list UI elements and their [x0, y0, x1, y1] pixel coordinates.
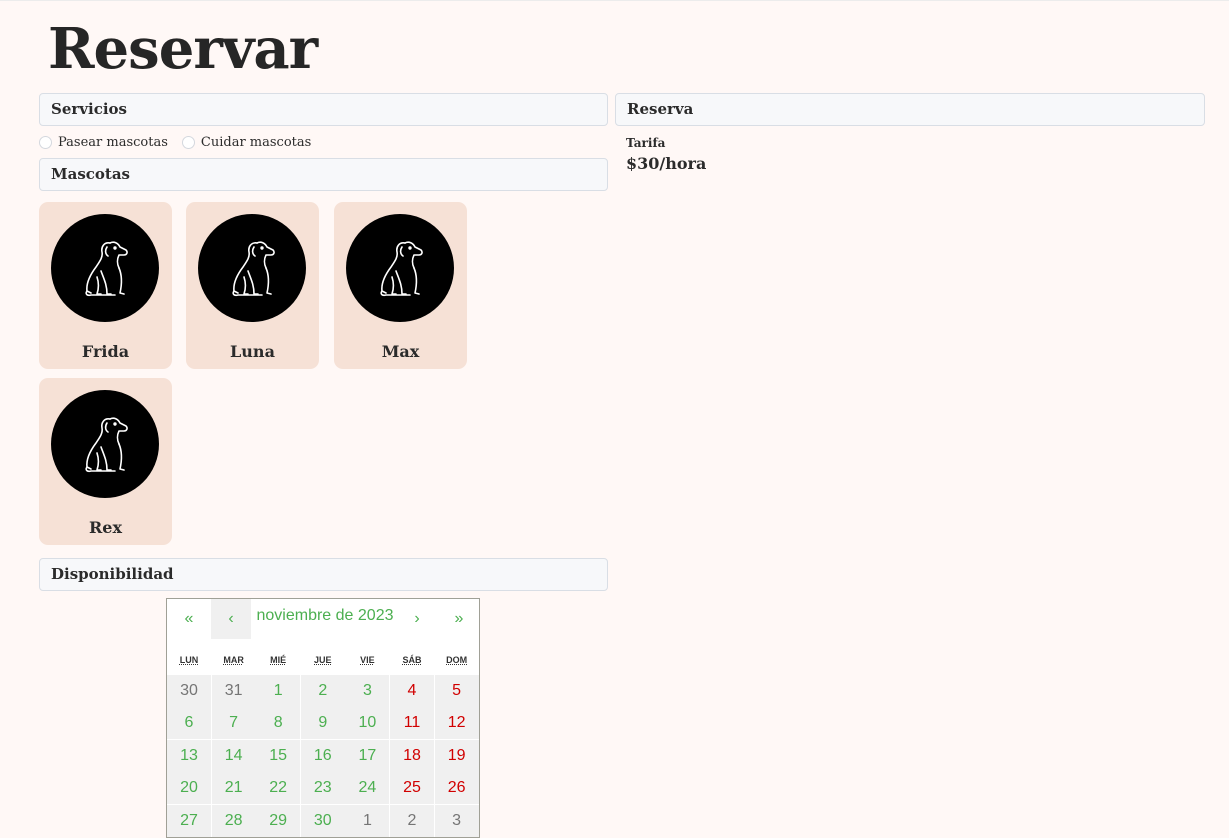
page-title: Reservar	[48, 16, 318, 82]
pet-card[interactable]: Max	[334, 202, 467, 369]
prev-year-button[interactable]: «	[167, 599, 211, 639]
calendar-day[interactable]: 26	[434, 772, 479, 805]
calendar-day[interactable]: 2	[390, 804, 434, 837]
section-header-pets: Mascotas	[39, 158, 608, 191]
radio-button-care[interactable]	[181, 135, 195, 149]
next-year-button[interactable]: »	[439, 599, 479, 639]
calendar-day[interactable]: 3	[434, 804, 479, 837]
radio-button-walk[interactable]	[39, 135, 52, 149]
dog-icon	[77, 413, 133, 475]
service-option-walk-label: Pasear mascotas	[58, 134, 168, 150]
service-option-walk[interactable]: Pasear mascotas	[39, 135, 168, 150]
pet-avatar	[51, 390, 159, 498]
section-header-services: Servicios	[39, 93, 608, 126]
service-options: Pasear mascotas Cuidar mascotas	[39, 133, 325, 151]
calendar-navigation: « ‹ noviembre de 2023 › »	[167, 599, 479, 639]
calendar-month-label[interactable]: noviembre de 2023	[255, 608, 395, 624]
calendar-day[interactable]: 17	[345, 739, 390, 772]
weekday-header: VIE	[360, 655, 375, 665]
service-option-care[interactable]: Cuidar mascotas	[181, 134, 312, 150]
calendar-day[interactable]: 9	[300, 707, 345, 740]
calendar-day[interactable]: 20	[167, 772, 211, 805]
calendar-day[interactable]: 2	[300, 675, 345, 707]
calendar-day[interactable]: 4	[390, 675, 434, 707]
weekday-header: LUN	[179, 655, 199, 665]
weekday-header: JUE	[314, 655, 332, 665]
pet-avatar	[51, 214, 159, 322]
calendar-day[interactable]: 6	[167, 707, 211, 740]
pet-name: Rex	[88, 518, 122, 537]
calendar-day[interactable]: 14	[211, 739, 256, 772]
calendar-day[interactable]: 19	[434, 739, 479, 772]
pet-avatar	[346, 214, 454, 322]
pet-card[interactable]: Luna	[186, 202, 319, 369]
calendar-day[interactable]: 5	[434, 675, 479, 707]
weekday-header: DOM	[446, 655, 468, 665]
calendar-day[interactable]: 22	[256, 772, 301, 805]
calendar-day[interactable]: 28	[211, 804, 256, 837]
section-header-booking: Reserva	[615, 93, 1205, 126]
pet-name: Max	[381, 342, 420, 361]
calendar-day[interactable]: 25	[390, 772, 434, 805]
calendar-day[interactable]: 18	[390, 739, 434, 772]
dog-icon	[77, 237, 133, 299]
weekday-header: MAR	[223, 655, 244, 665]
pet-card[interactable]: Frida	[39, 202, 172, 369]
calendar-day[interactable]: 31	[211, 675, 256, 707]
weekday-header: MIÉ	[270, 655, 287, 665]
calendar-day[interactable]: 3	[345, 675, 390, 707]
calendar-day[interactable]: 15	[256, 739, 301, 772]
calendar-day[interactable]: 10	[345, 707, 390, 740]
prev-month-button[interactable]: ‹	[211, 599, 251, 639]
calendar-weekdays: LUN MAR MIÉ JUE VIE SÁB DOM	[167, 655, 479, 669]
section-header-availability: Disponibilidad	[39, 558, 608, 591]
weekday-header: SÁB	[402, 655, 422, 665]
rate-value: $30/hora	[626, 154, 707, 173]
calendar-day[interactable]: 11	[390, 707, 434, 740]
dog-icon	[224, 237, 280, 299]
rate-label: Tarifa	[626, 136, 666, 150]
calendar-day[interactable]: 7	[211, 707, 256, 740]
next-month-button[interactable]: ›	[395, 599, 439, 639]
pet-avatar	[198, 214, 306, 322]
calendar-day[interactable]: 27	[167, 804, 211, 837]
calendar-day[interactable]: 13	[167, 739, 211, 772]
calendar-day[interactable]: 1	[345, 804, 390, 837]
calendar-day[interactable]: 29	[256, 804, 301, 837]
calendar-day[interactable]: 16	[300, 739, 345, 772]
pet-name: Frida	[81, 342, 130, 361]
pet-name: Luna	[230, 342, 275, 361]
service-option-care-label: Cuidar mascotas	[200, 134, 312, 150]
calendar-day[interactable]: 8	[256, 707, 301, 740]
calendar-day[interactable]: 30	[167, 675, 211, 707]
calendar-day[interactable]: 23	[300, 772, 345, 805]
calendar-day[interactable]: 12	[434, 707, 479, 740]
calendar-day[interactable]: 24	[345, 772, 390, 805]
top-border	[0, 0, 1229, 1]
calendar-day[interactable]: 21	[211, 772, 256, 805]
calendar-day[interactable]: 1	[256, 675, 301, 707]
dog-icon	[372, 237, 428, 299]
availability-calendar: « ‹ noviembre de 2023 › » LUN MAR MIÉ JUE VI…	[166, 598, 480, 838]
pet-card[interactable]: Rex	[39, 378, 172, 545]
calendar-day[interactable]: 30	[300, 804, 345, 837]
